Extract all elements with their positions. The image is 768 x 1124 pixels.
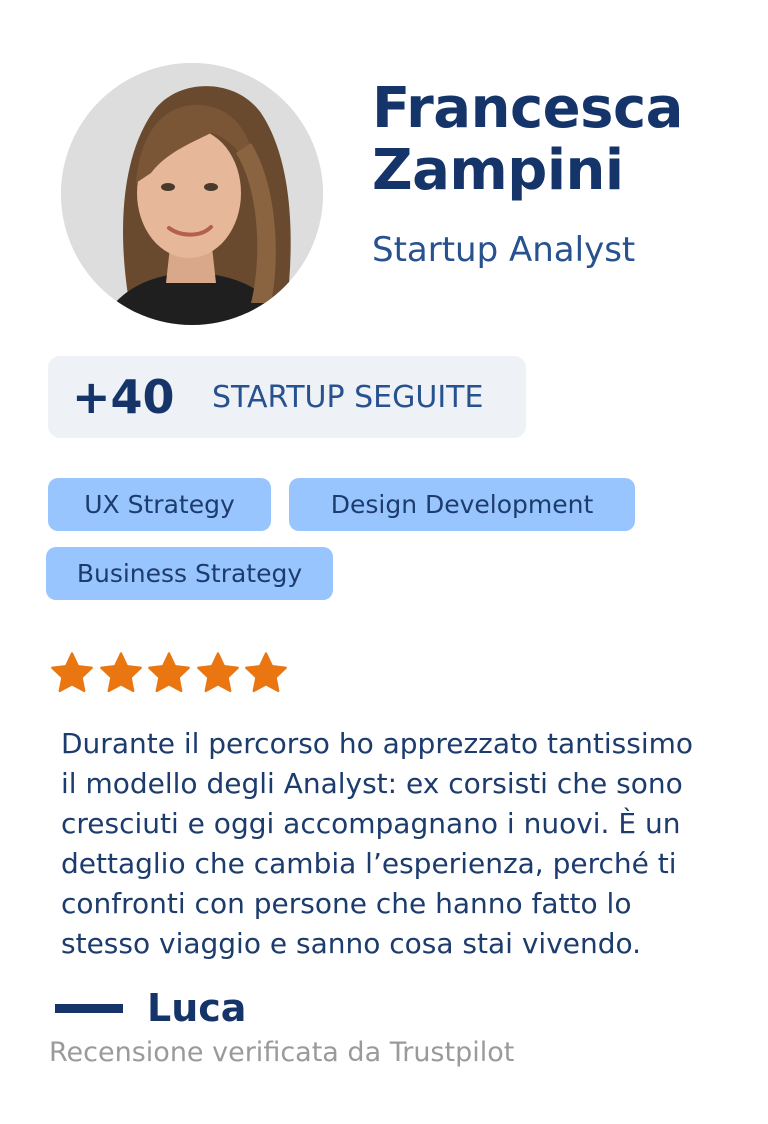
author-divider [55,1004,123,1013]
profile-name-first: Francesca [372,76,683,141]
stat-box: +40 STARTUP SEGUITE [48,356,526,438]
profile-name-last: Zampini [372,138,624,203]
person-photo-icon [61,63,323,325]
avatar [61,63,323,325]
review-line: confronti con persone che hanno fatto lo [61,887,632,920]
review-line: Durante il percorso ho apprezzato tantis… [61,727,694,760]
review-line: stesso viaggio e sanno cosa stai vivendo… [61,927,642,960]
tag-design-development: Design Development [289,478,635,531]
review-line: dettaglio che cambia l’esperienza, perch… [61,847,677,880]
star-icon [99,652,142,693]
star-icon [196,652,239,693]
verified-note: Recensione verificata da Trustpilot [49,1037,515,1068]
tag-business-strategy: Business Strategy [46,547,333,600]
stat-label: STARTUP SEGUITE [212,380,484,415]
star-icon [245,652,287,693]
tag-ux-strategy: UX Strategy [48,478,271,531]
review-text: Durante il percorso ho apprezzato tantis… [61,724,731,964]
stat-value: +40 [72,370,175,424]
profile-name: Francesca Zampini [372,78,752,202]
review-line: cresciuti e oggi accompagnano i nuovi. È… [61,807,681,840]
review-author: Luca [147,986,247,1030]
review-line: il modello degli Analyst: ex corsisti ch… [61,767,683,800]
star-icon [51,652,93,693]
star-icon [148,652,190,693]
profile-role: Startup Analyst [372,230,636,270]
